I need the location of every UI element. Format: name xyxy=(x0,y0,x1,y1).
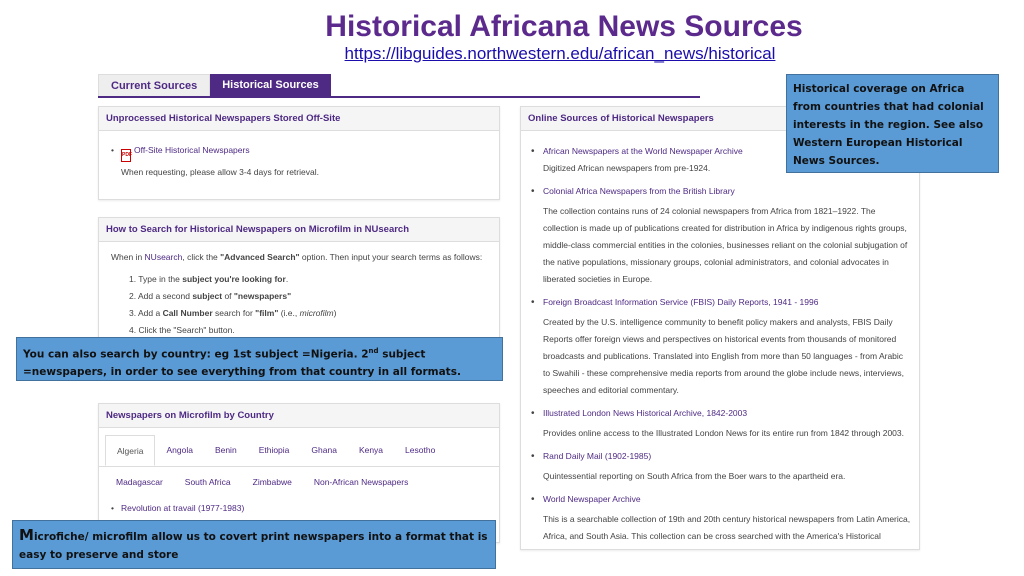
online-source-link[interactable]: World Newspaper Archive xyxy=(543,493,911,506)
callout-microfilm: Microfiche/ microfilm allow us to covert… xyxy=(12,520,496,569)
callout-colonial-coverage: Historical coverage on Africa from count… xyxy=(786,74,999,173)
online-source-link[interactable]: African Newspapers at the World Newspape… xyxy=(543,145,743,158)
offsite-panel-title: Unprocessed Historical Newspapers Stored… xyxy=(99,107,499,131)
online-source-link[interactable]: Colonial Africa Newspapers from the Brit… xyxy=(543,185,911,198)
online-source-desc: The collection contains runs of 24 colon… xyxy=(543,206,908,284)
step-3: 3. Add a Call Number search for "film" (… xyxy=(129,308,337,318)
list-item: • Foreign Broadcast Information Service … xyxy=(531,296,911,399)
country-first-item-link[interactable]: Revolution at travail (1977-1983) xyxy=(121,502,244,515)
search-intro: When in NUsearch, click the "Advanced Se… xyxy=(111,252,483,262)
online-source-link[interactable]: Foreign Broadcast Information Service (F… xyxy=(543,296,911,309)
offsite-retrieval-note: When requesting, please allow 3-4 days f… xyxy=(121,167,319,177)
country-tab-algeria[interactable]: Algeria xyxy=(105,435,156,466)
pdf-file-icon: PDF xyxy=(121,149,132,162)
search-howto-title: How to Search for Historical Newspapers … xyxy=(99,218,499,242)
list-item: • Colonial Africa Newspapers from the Br… xyxy=(531,185,911,288)
bullet: • xyxy=(531,146,535,157)
slide-url-link[interactable]: https://libguides.northwestern.edu/afric… xyxy=(0,44,1024,64)
list-item: • Illustrated London News Historical Arc… xyxy=(531,407,911,442)
country-tab-kenya[interactable]: Kenya xyxy=(348,435,394,466)
country-panel-title: Newspapers on Microfilm by Country xyxy=(99,404,499,428)
bullet: • xyxy=(531,297,535,308)
step-1: 1. Type in the subject you're looking fo… xyxy=(129,274,289,284)
country-tab-ethiopia[interactable]: Ethiopia xyxy=(248,435,301,466)
online-source-desc: Provides online access to the Illustrate… xyxy=(543,428,904,438)
bullet: • xyxy=(531,494,535,505)
country-tabs-row1: Algeria Angola Benin Ethiopia Ghana Keny… xyxy=(99,428,499,467)
bullet: • xyxy=(531,408,535,419)
list-item: • World Newspaper Archive This is a sear… xyxy=(531,493,911,545)
search-howto-panel: How to Search for Historical Newspapers … xyxy=(98,217,500,339)
country-tabs-row2: Madagascar South Africa Zimbabwe Non-Afr… xyxy=(99,467,499,498)
bullet: • xyxy=(531,451,535,462)
callout-country-search: You can also search by country: eg 1st s… xyxy=(16,337,503,381)
country-tab-benin[interactable]: Benin xyxy=(204,435,248,466)
country-tab-angola[interactable]: Angola xyxy=(155,435,203,466)
online-source-desc: Digitized African newspapers from pre-19… xyxy=(543,163,711,173)
bullet: • xyxy=(111,503,114,513)
offsite-panel: Unprocessed Historical Newspapers Stored… xyxy=(98,106,500,200)
online-source-desc: Created by the U.S. intelligence communi… xyxy=(543,317,904,395)
country-tab-zimbabwe[interactable]: Zimbabwe xyxy=(242,467,303,498)
online-source-desc: Quintessential reporting on South Africa… xyxy=(543,471,846,481)
online-source-link[interactable]: Illustrated London News Historical Archi… xyxy=(543,407,904,420)
country-tab-ghana[interactable]: Ghana xyxy=(300,435,348,466)
step-4: 4. Click the "Search" button. xyxy=(129,325,235,335)
bullet: • xyxy=(111,145,114,155)
country-tab-madagascar[interactable]: Madagascar xyxy=(105,467,174,498)
country-tab-south-africa[interactable]: South Africa xyxy=(174,467,242,498)
tab-historical-sources[interactable]: Historical Sources xyxy=(210,74,331,96)
online-source-link[interactable]: Rand Daily Mail (1902-1985) xyxy=(543,450,845,463)
step-2: 2. Add a second subject of "newspapers" xyxy=(129,291,292,301)
online-source-desc: This is a searchable collection of 19th … xyxy=(543,514,911,541)
country-tab-lesotho[interactable]: Lesotho xyxy=(394,435,446,466)
bullet: • xyxy=(531,186,535,197)
country-tab-non-african[interactable]: Non-African Newspapers xyxy=(303,467,419,498)
nusearch-link[interactable]: NUsearch xyxy=(145,252,183,262)
slide-title: Historical Africana News Sources xyxy=(325,10,803,43)
tab-current-sources[interactable]: Current Sources xyxy=(98,74,211,96)
search-steps: 1. Type in the subject you're looking fo… xyxy=(111,273,487,337)
list-item: • Rand Daily Mail (1902-1985) Quintessen… xyxy=(531,450,911,485)
guide-tabs: Current Sources Historical Sources xyxy=(98,74,700,98)
offsite-newspapers-link[interactable]: Off-Site Historical Newspapers xyxy=(134,145,250,155)
